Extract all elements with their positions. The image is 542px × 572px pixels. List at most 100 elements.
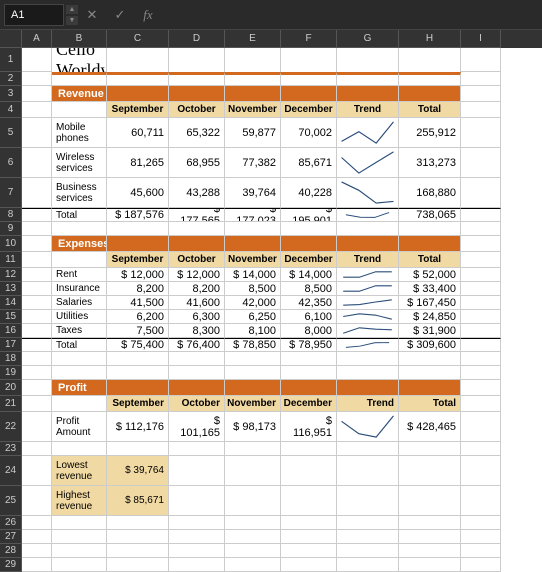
cell-reference-box[interactable]: A1: [4, 4, 64, 26]
cell-C6[interactable]: 81,265: [107, 148, 169, 178]
cell-I1[interactable]: [461, 48, 501, 72]
row-header-20[interactable]: 20: [0, 380, 22, 396]
cell-H3[interactable]: [399, 86, 461, 102]
cell-I7[interactable]: [461, 178, 501, 208]
col-header-A[interactable]: A: [22, 30, 52, 48]
cell-E24[interactable]: [225, 456, 281, 486]
cell-C8[interactable]: $ 187,576: [107, 208, 169, 222]
cell-F21[interactable]: December: [281, 396, 337, 412]
cell-F16[interactable]: 8,000: [281, 324, 337, 338]
cell-D27[interactable]: [169, 530, 225, 544]
cell-E14[interactable]: 42,000: [225, 296, 281, 310]
profit-header[interactable]: Profit: [52, 380, 107, 396]
cell-A6[interactable]: [22, 148, 52, 178]
row-header-22[interactable]: 22: [0, 412, 22, 442]
cell-E6[interactable]: 77,382: [225, 148, 281, 178]
cell-F15[interactable]: 6,100: [281, 310, 337, 324]
cell-F27[interactable]: [281, 530, 337, 544]
cell-D25[interactable]: [169, 486, 225, 516]
cell-I5[interactable]: [461, 118, 501, 148]
cell-G3[interactable]: [337, 86, 399, 102]
cell-A10[interactable]: [22, 236, 52, 252]
cell-F1[interactable]: [281, 48, 337, 72]
cell-F10[interactable]: [281, 236, 337, 252]
cell-C18[interactable]: [107, 352, 169, 366]
cell-H29[interactable]: [399, 558, 461, 572]
cell-A4[interactable]: [22, 102, 52, 118]
cell-E3[interactable]: [225, 86, 281, 102]
cell-H1[interactable]: [399, 48, 461, 72]
cell-B13[interactable]: Insurance: [52, 282, 107, 296]
cell-A1[interactable]: [22, 48, 52, 72]
cell-C24[interactable]: $ 39,764: [107, 456, 169, 486]
cell-F29[interactable]: [281, 558, 337, 572]
cell-A15[interactable]: [22, 310, 52, 324]
cell-E2[interactable]: [225, 72, 281, 86]
cell-D4[interactable]: October: [169, 102, 225, 118]
cell-D28[interactable]: [169, 544, 225, 558]
cell-D21[interactable]: October: [169, 396, 225, 412]
cell-D1[interactable]: [169, 48, 225, 72]
cell-H19[interactable]: [399, 366, 461, 380]
cell-F3[interactable]: [281, 86, 337, 102]
cell-I9[interactable]: [461, 222, 501, 236]
cell-G10[interactable]: [337, 236, 399, 252]
cell-A5[interactable]: San Antonio Office: [22, 118, 52, 148]
cell-I29[interactable]: [461, 558, 501, 572]
cell-A9[interactable]: [22, 222, 52, 236]
cell-I17[interactable]: [461, 338, 501, 352]
row-header-10[interactable]: 10: [0, 236, 22, 252]
row-header-12[interactable]: 12: [0, 268, 22, 282]
cell-B7[interactable]: Business services: [52, 178, 107, 208]
cell-C13[interactable]: 8,200: [107, 282, 169, 296]
cell-H8[interactable]: 738,065: [399, 208, 461, 222]
row-header-7[interactable]: 7: [0, 178, 22, 208]
cell-H22[interactable]: $ 428,465: [399, 412, 461, 442]
cell-E1[interactable]: [225, 48, 281, 72]
revenue-header[interactable]: Revenue: [52, 86, 107, 102]
cell-A12[interactable]: [22, 268, 52, 282]
cell-A27[interactable]: [22, 530, 52, 544]
cell-C1[interactable]: [107, 48, 169, 72]
cell-A24[interactable]: [22, 456, 52, 486]
cell-A26[interactable]: [22, 516, 52, 530]
cell-H12[interactable]: $ 52,000: [399, 268, 461, 282]
cell-H23[interactable]: [399, 442, 461, 456]
cell-C9[interactable]: [107, 222, 169, 236]
cell-G7[interactable]: [337, 178, 399, 208]
cell-B2[interactable]: [52, 72, 107, 86]
cell-F18[interactable]: [281, 352, 337, 366]
col-header-C[interactable]: C: [107, 30, 169, 48]
cell-D20[interactable]: [169, 380, 225, 396]
row-header-21[interactable]: 21: [0, 396, 22, 412]
cell-A23[interactable]: [22, 442, 52, 456]
cell-F12[interactable]: $ 14,000: [281, 268, 337, 282]
cell-E8[interactable]: $ 177,023: [225, 208, 281, 222]
cell-B9[interactable]: [52, 222, 107, 236]
cell-H17[interactable]: $ 309,600: [399, 338, 461, 352]
cell-G19[interactable]: [337, 366, 399, 380]
cell-H20[interactable]: [399, 380, 461, 396]
row-header-11[interactable]: 11: [0, 252, 22, 268]
cell-G1[interactable]: [337, 48, 399, 72]
cell-F22[interactable]: $ 116,951: [281, 412, 337, 442]
cell-D10[interactable]: [169, 236, 225, 252]
cell-B27[interactable]: [52, 530, 107, 544]
cell-C16[interactable]: 7,500: [107, 324, 169, 338]
cell-A25[interactable]: [22, 486, 52, 516]
row-header-8[interactable]: 8: [0, 208, 22, 222]
cell-C28[interactable]: [107, 544, 169, 558]
cell-C23[interactable]: [107, 442, 169, 456]
cell-C2[interactable]: [107, 72, 169, 86]
cell-D23[interactable]: [169, 442, 225, 456]
cell-I13[interactable]: [461, 282, 501, 296]
cell-E26[interactable]: [225, 516, 281, 530]
cell-C29[interactable]: [107, 558, 169, 572]
cell-E13[interactable]: 8,500: [225, 282, 281, 296]
cell-G15[interactable]: [337, 310, 399, 324]
cell-E10[interactable]: [225, 236, 281, 252]
col-header-F[interactable]: F: [281, 30, 337, 48]
cell-E20[interactable]: [225, 380, 281, 396]
cell-H2[interactable]: [399, 72, 461, 86]
row-header-13[interactable]: 13: [0, 282, 22, 296]
